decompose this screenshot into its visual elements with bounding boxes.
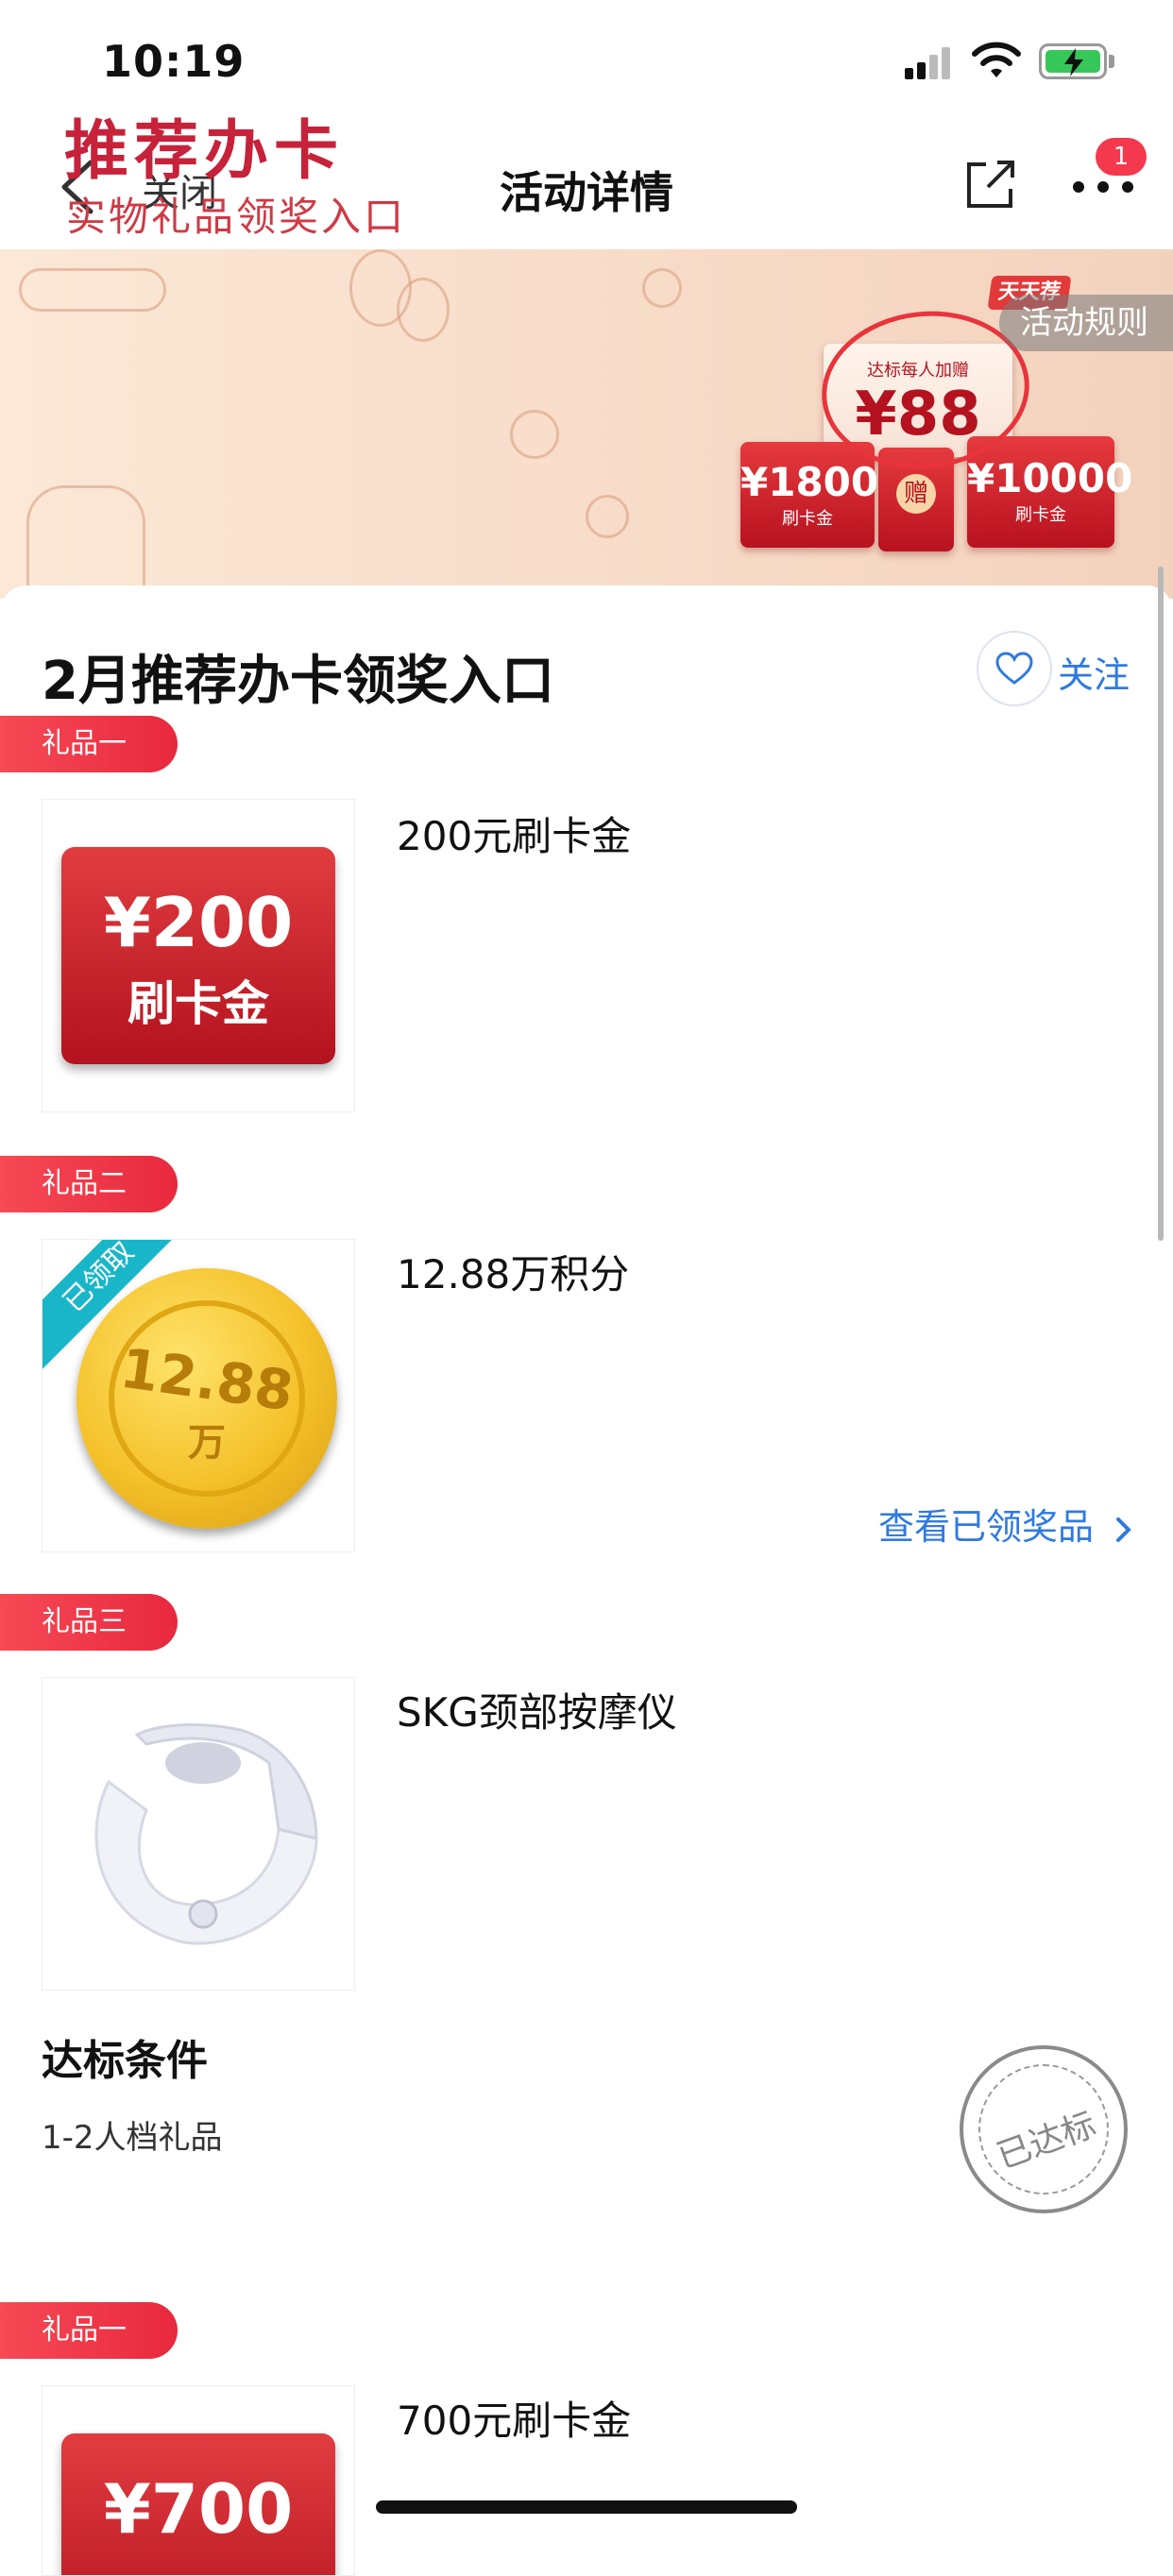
gift-image-700-card: ¥700 (42, 2385, 355, 2576)
condition-text: 1-2人档礼品 (42, 2119, 223, 2157)
card-10000-amount: ¥10000 (967, 455, 1133, 501)
wifi-icon (972, 42, 1021, 77)
status-time: 10:19 (102, 36, 246, 87)
follow-button[interactable] (977, 631, 1052, 706)
activity-rules-button[interactable]: 活动规则 (999, 295, 1173, 351)
card-1800-label: 刷卡金 (782, 509, 833, 529)
achieved-stamp: 已达标 (960, 2045, 1128, 2213)
gift-name: 200元刷卡金 (397, 813, 632, 859)
banner-subtitle: 实物礼品领奖入口 (66, 194, 407, 240)
coupon-amount: ¥700 (103, 2469, 294, 2549)
gift-tag: 礼品二 (0, 1156, 178, 1212)
card-10000-label: 刷卡金 (1015, 505, 1066, 525)
stamp-text: 已达标 (992, 2105, 1101, 2178)
points-coin: 12.88 万 (76, 1268, 337, 1529)
cellular-signal-icon (905, 47, 954, 79)
card-10000: ¥10000 刷卡金 (967, 436, 1133, 548)
coupon-label: 刷卡金 (128, 976, 269, 1031)
coupon-700: ¥700 (61, 2433, 335, 2575)
page-title: 2月推荐办卡领奖入口 (42, 651, 554, 712)
gift-image-200-card: ¥200 刷卡金 (42, 799, 355, 1112)
home-indicator[interactable] (376, 2500, 797, 2514)
share-icon[interactable] (961, 157, 1018, 213)
follow-label[interactable]: 关注 (1058, 646, 1130, 698)
gift-name: SKG颈部按摩仪 (397, 1689, 677, 1736)
card-1800-amount: ¥1800 (740, 459, 879, 505)
card-1800: ¥1800 刷卡金 (740, 442, 879, 548)
battery-cap (1109, 55, 1114, 68)
condition-title: 达标条件 (42, 2037, 208, 2085)
scrollbar[interactable] (1158, 567, 1164, 1241)
banner-title: 推荐办卡 (64, 114, 345, 189)
notification-badge: 1 (1096, 138, 1147, 176)
heart-icon (995, 652, 1033, 685)
view-claimed-label[interactable]: 查看已领奖品 (878, 1506, 1094, 1548)
gift-tag: 礼品三 (0, 1594, 178, 1651)
coupon-amount: ¥200 (103, 883, 294, 962)
gift-tag: 礼品一 (0, 2302, 178, 2359)
coupon-200: ¥200 刷卡金 (61, 847, 335, 1064)
gift-name: 700元刷卡金 (397, 2398, 632, 2444)
gift-image-neck-massager (42, 1677, 355, 1991)
neck-massager-image (94, 1723, 318, 1945)
chevron-right-icon (1116, 1517, 1131, 1542)
stamp-inner-ring: 已达标 (978, 2064, 1109, 2195)
gift-name: 12.88万积分 (397, 1251, 630, 1297)
coin-face: 12.88 万 (109, 1300, 305, 1497)
view-claimed-link[interactable]: 查看已领奖品 (878, 1498, 1133, 1550)
gift-tag: 礼品一 (0, 716, 178, 772)
gift-seal: 赠 (896, 474, 936, 514)
battery-icon (1039, 43, 1107, 79)
gift-image-points-coin: 12.88 万 已领取 (42, 1239, 355, 1552)
